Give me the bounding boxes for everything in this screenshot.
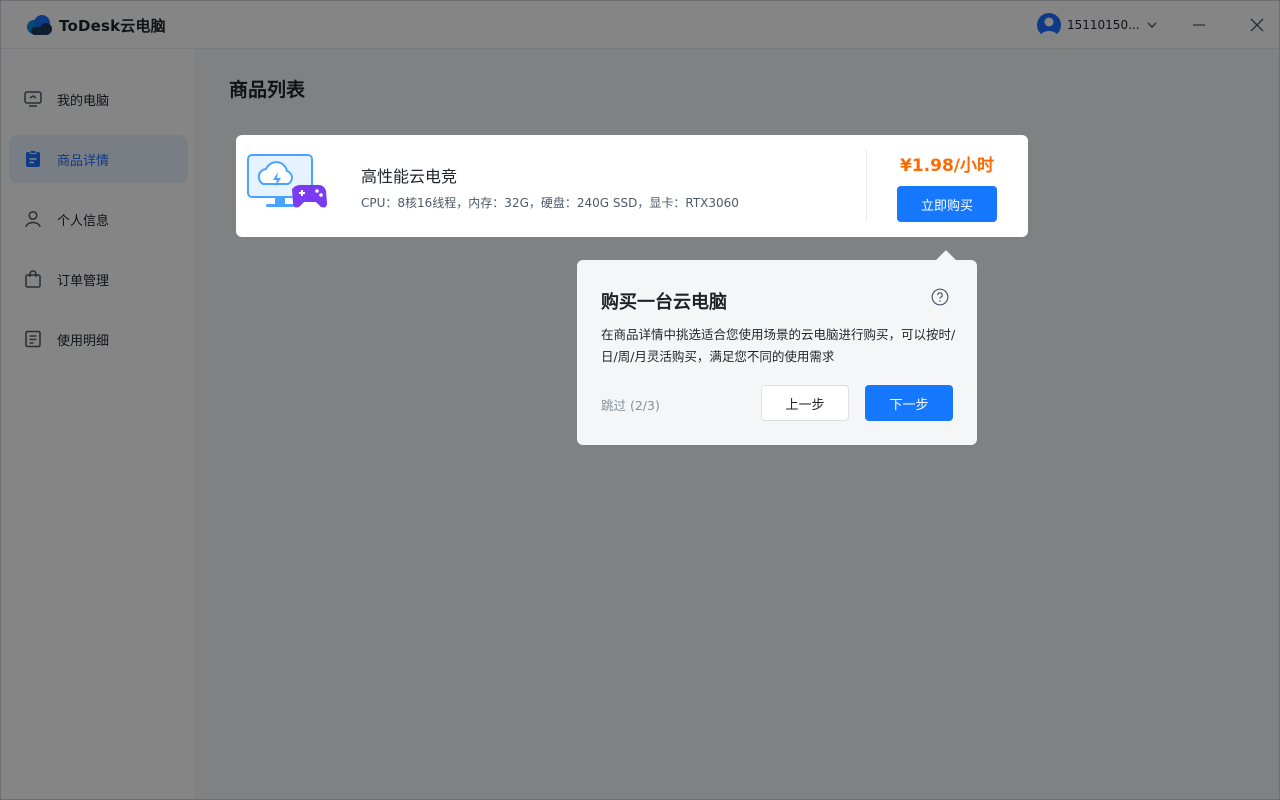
guide-popover: 购买一台云电脑 在商品详情中挑选适合您使用场景的云电脑进行购买，可以按时/日/周… — [577, 250, 977, 445]
product-spec: CPU：8核16线程，内存：32G，硬盘：240G SSD，显卡：RTX3060 — [361, 196, 739, 210]
next-step-button[interactable]: 下一步 — [865, 385, 953, 421]
product-name: 高性能云电竞 — [361, 167, 458, 186]
product-card: 高性能云电竞 CPU：8核16线程，内存：32G，硬盘：240G SSD，显卡：… — [236, 135, 1028, 237]
product-price: ¥1.98/小时 — [900, 156, 994, 176]
guide-description: 在商品详情中挑选适合您使用场景的云电脑进行购买，可以按时/日/周/月灵活购买，满… — [601, 327, 956, 364]
guide-title: 购买一台云电脑 — [601, 292, 727, 313]
cloud-gaming-icon — [247, 154, 327, 208]
skip-link[interactable]: 跳过 (2/3) — [601, 395, 660, 414]
previous-step-button[interactable]: 上一步 — [761, 385, 849, 421]
buy-now-button[interactable]: 立即购买 — [897, 186, 997, 222]
help-icon[interactable] — [931, 288, 949, 306]
